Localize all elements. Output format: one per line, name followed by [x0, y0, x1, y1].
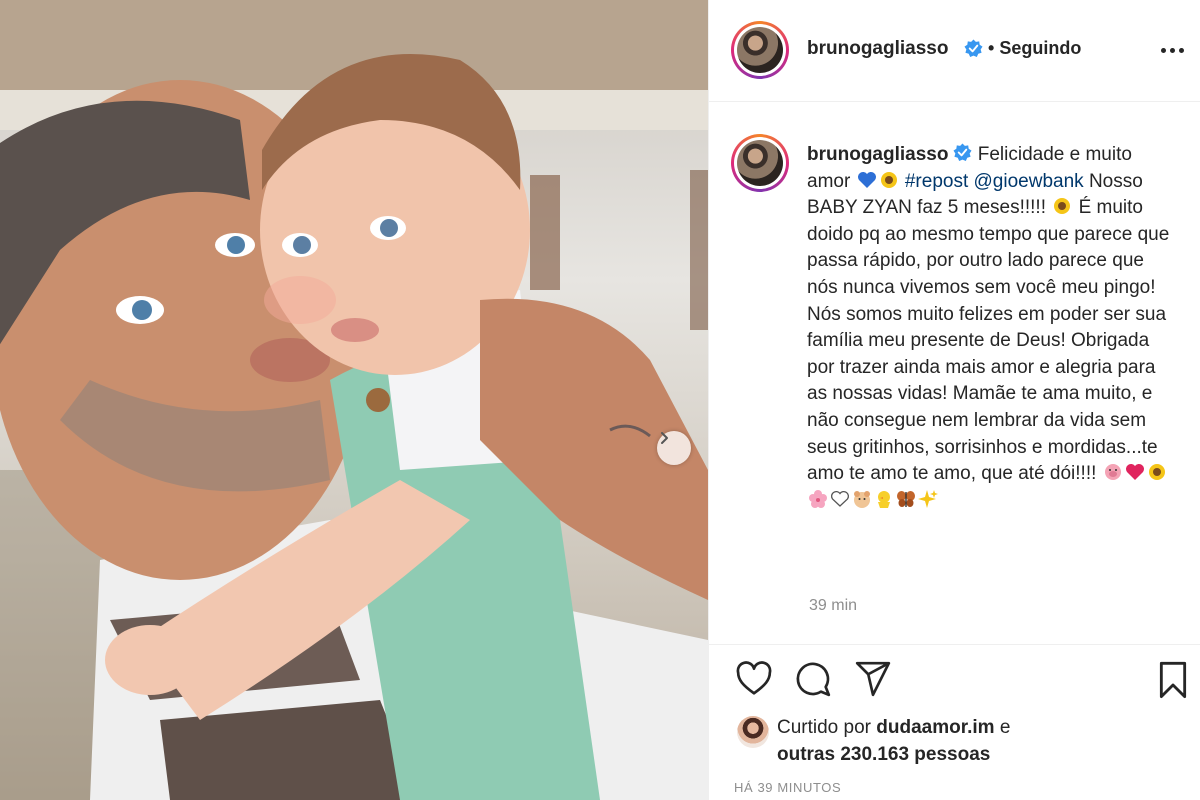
butterfly-icon	[897, 490, 915, 507]
sunflower-icon	[1148, 464, 1165, 481]
chevron-right-icon	[661, 432, 668, 444]
caption-timestamp: 39 min	[809, 597, 858, 614]
more-options-icon	[1161, 48, 1166, 53]
follow-status-label: Seguindo	[999, 38, 1082, 58]
sparkles-icon	[918, 489, 938, 508]
heart-icon[interactable]	[735, 660, 773, 698]
more-options-button[interactable]	[1161, 48, 1184, 53]
blue-heart-icon	[857, 171, 876, 188]
post-caption: brunogagliasso Felicidade e muito amor #…	[807, 142, 1177, 514]
author-avatar[interactable]	[731, 21, 789, 79]
likes-conjunction: e	[999, 717, 1011, 738]
verified-badge-icon	[953, 143, 972, 162]
actions-divider	[709, 644, 1200, 645]
post-actions	[709, 660, 1200, 706]
sunflower-icon	[1054, 198, 1071, 215]
comment-icon[interactable]	[794, 660, 832, 698]
likes-prefix: Curtido por	[777, 717, 871, 738]
post-side-panel: brunogagliasso • Seguindo brunogagliasso…	[708, 0, 1200, 800]
likes-count[interactable]: outras 230.163 pessoas	[777, 744, 990, 765]
post-time-ago: HÁ 39 MINUTOS	[734, 780, 842, 795]
caption-text-3: É muito doido pq ao mesmo tempo que pare…	[807, 197, 1170, 485]
verified-badge	[959, 39, 983, 61]
post-header: brunogagliasso • Seguindo	[709, 0, 1200, 102]
photo-illustration	[0, 0, 708, 800]
caption-username[interactable]: brunogagliasso	[807, 144, 948, 165]
liker-username[interactable]: dudaamor.im	[876, 717, 994, 738]
next-photo-button[interactable]	[657, 431, 691, 465]
bookmark-icon[interactable]	[1155, 660, 1191, 700]
pig-face-icon	[1104, 464, 1121, 481]
hashtag-repost-link[interactable]: #repost	[905, 171, 968, 192]
paper-plane-icon[interactable]	[854, 660, 892, 698]
follow-status[interactable]: • Seguindo	[988, 38, 1081, 59]
baby-chick-icon	[878, 490, 890, 508]
author-username[interactable]: brunogagliasso	[807, 38, 948, 60]
verified-badge-icon	[964, 39, 983, 58]
caption-block: brunogagliasso Felicidade e muito amor #…	[709, 103, 1200, 643]
white-heart-icon	[830, 490, 850, 507]
post-photo	[0, 0, 708, 800]
cherry-blossom-icon	[809, 489, 827, 508]
hamster-icon	[854, 490, 870, 508]
mention-gioewbank-link[interactable]: @gioewbank	[974, 171, 1084, 192]
red-heart-icon	[1125, 464, 1144, 481]
likes-summary: Curtido por dudaamor.im e outras 230.163…	[737, 714, 1177, 770]
liker-avatar[interactable]	[737, 716, 769, 748]
caption-author-avatar[interactable]	[731, 134, 789, 192]
sunflower-icon	[880, 171, 897, 188]
likes-text: Curtido por dudaamor.im e outras 230.163…	[777, 714, 1177, 768]
separator-dot: •	[988, 38, 995, 58]
